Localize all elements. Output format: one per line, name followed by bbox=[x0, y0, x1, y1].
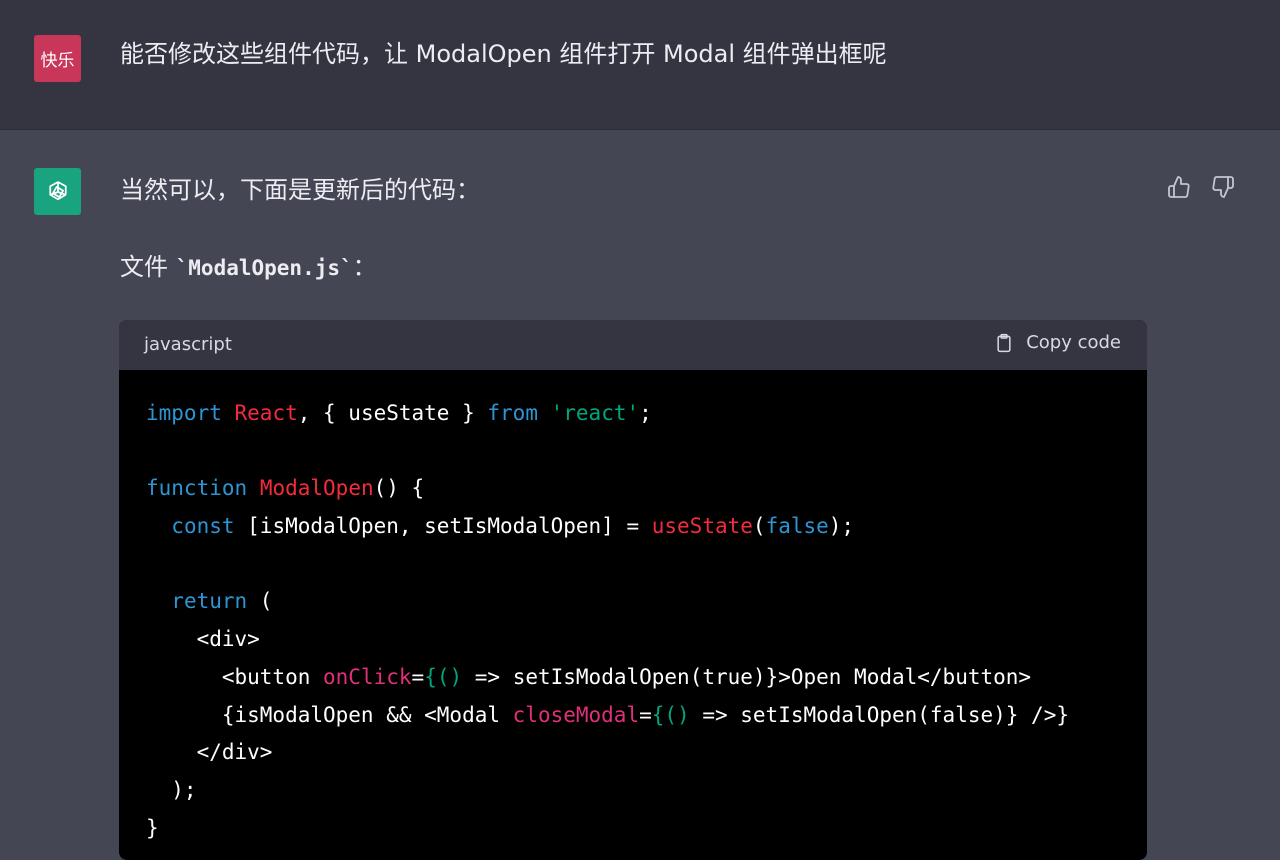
thumbs-up-icon[interactable] bbox=[1166, 174, 1192, 200]
user-avatar-label: 快乐 bbox=[40, 51, 75, 71]
code-line: const [isModalOpen, setIsModalOpen] = us… bbox=[146, 508, 1147, 546]
code-token-plain: => setIsModalOpen(true)}>Open Modal</but… bbox=[462, 664, 1032, 689]
code-line: import React, { useState } from 'react'; bbox=[146, 395, 1147, 433]
code-token-plain: <div> bbox=[146, 627, 260, 652]
code-token-plain: [isModalOpen, setIsModalOpen] = bbox=[234, 514, 652, 539]
code-token-attr: closeModal bbox=[512, 702, 640, 727]
user-avatar: 快乐 bbox=[34, 35, 81, 82]
code-language-label: javascript bbox=[144, 334, 232, 355]
code-token-plain: <button bbox=[146, 664, 324, 689]
code-token-kw: from bbox=[487, 401, 538, 425]
code-line: <button onClick={() => setIsModalOpen(tr… bbox=[146, 659, 1147, 697]
copy-code-button[interactable]: Copy code bbox=[994, 331, 1121, 355]
user-message-row: 快乐 能否修改这些组件代码，让 ModalOpen 组件打开 Modal 组件弹… bbox=[0, 0, 1280, 130]
code-line: function ModalOpen() { bbox=[146, 470, 1147, 508]
code-block: javascript Copy code import React, { use… bbox=[119, 320, 1147, 860]
code-block-header: javascript Copy code bbox=[119, 320, 1147, 370]
code-token-brace: {() bbox=[651, 702, 690, 727]
code-token-plain: {isModalOpen && <Modal bbox=[146, 702, 513, 727]
clipboard-icon bbox=[997, 333, 1011, 353]
code-token-attr: onClick bbox=[323, 664, 412, 689]
code-token-plain: </div> bbox=[146, 740, 273, 765]
code-token-cls: ModalOpen bbox=[259, 476, 374, 501]
code-token-kw: import bbox=[146, 401, 222, 425]
code-token-kw: function bbox=[146, 476, 248, 501]
code-content[interactable]: import React, { useState } from 'react';… bbox=[119, 370, 1147, 847]
code-line: return ( bbox=[146, 583, 1147, 621]
code-token-cls: useState bbox=[651, 514, 753, 539]
file-suffix: ： bbox=[352, 253, 377, 281]
file-label: 文件 `ModalOpen.js`： bbox=[120, 251, 377, 284]
code-token-cls: React bbox=[234, 401, 298, 425]
thumbs-down-icon[interactable] bbox=[1210, 174, 1236, 200]
file-name: `ModalOpen.js` bbox=[175, 256, 353, 280]
code-token-plain: ); bbox=[146, 777, 197, 802]
code-line: } bbox=[146, 810, 1147, 848]
user-message-text: 能否修改这些组件代码，让 ModalOpen 组件打开 Modal 组件弹出框呢 bbox=[120, 40, 887, 68]
assistant-message-row: 当然可以，下面是更新后的代码： 文件 `ModalOpen.js`： javas… bbox=[0, 130, 1280, 860]
code-token-kw: return bbox=[171, 589, 248, 614]
code-line: ); bbox=[146, 772, 1147, 810]
code-token-plain: , { useState } bbox=[297, 401, 488, 425]
code-token-plain: = bbox=[411, 664, 425, 689]
assistant-intro-text: 当然可以，下面是更新后的代码： bbox=[120, 176, 480, 204]
code-token-brace: {() bbox=[424, 664, 463, 689]
code-line: </div> bbox=[146, 734, 1147, 772]
code-token-plain: ( bbox=[247, 589, 273, 614]
code-line: <div> bbox=[146, 621, 1147, 659]
code-token-plain: => setIsModalOpen(false)} />} bbox=[689, 702, 1069, 727]
code-token-plain: () { bbox=[373, 476, 425, 501]
code-token-plain: ); bbox=[828, 514, 855, 539]
code-token-plain: ( bbox=[752, 514, 766, 539]
code-token-plain: = bbox=[639, 702, 652, 727]
code-token-kw: const bbox=[171, 514, 235, 539]
code-token-kw: false bbox=[765, 514, 829, 539]
code-token-plain: ; bbox=[639, 401, 652, 425]
file-prefix: 文件 bbox=[120, 253, 176, 281]
copy-code-label: Copy code bbox=[1026, 332, 1121, 353]
code-token-str: 'react' bbox=[550, 401, 640, 425]
code-token-plain: } bbox=[146, 815, 159, 840]
code-line: {isModalOpen && <Modal closeModal={() =>… bbox=[146, 697, 1147, 735]
openai-logo-icon bbox=[34, 168, 81, 215]
